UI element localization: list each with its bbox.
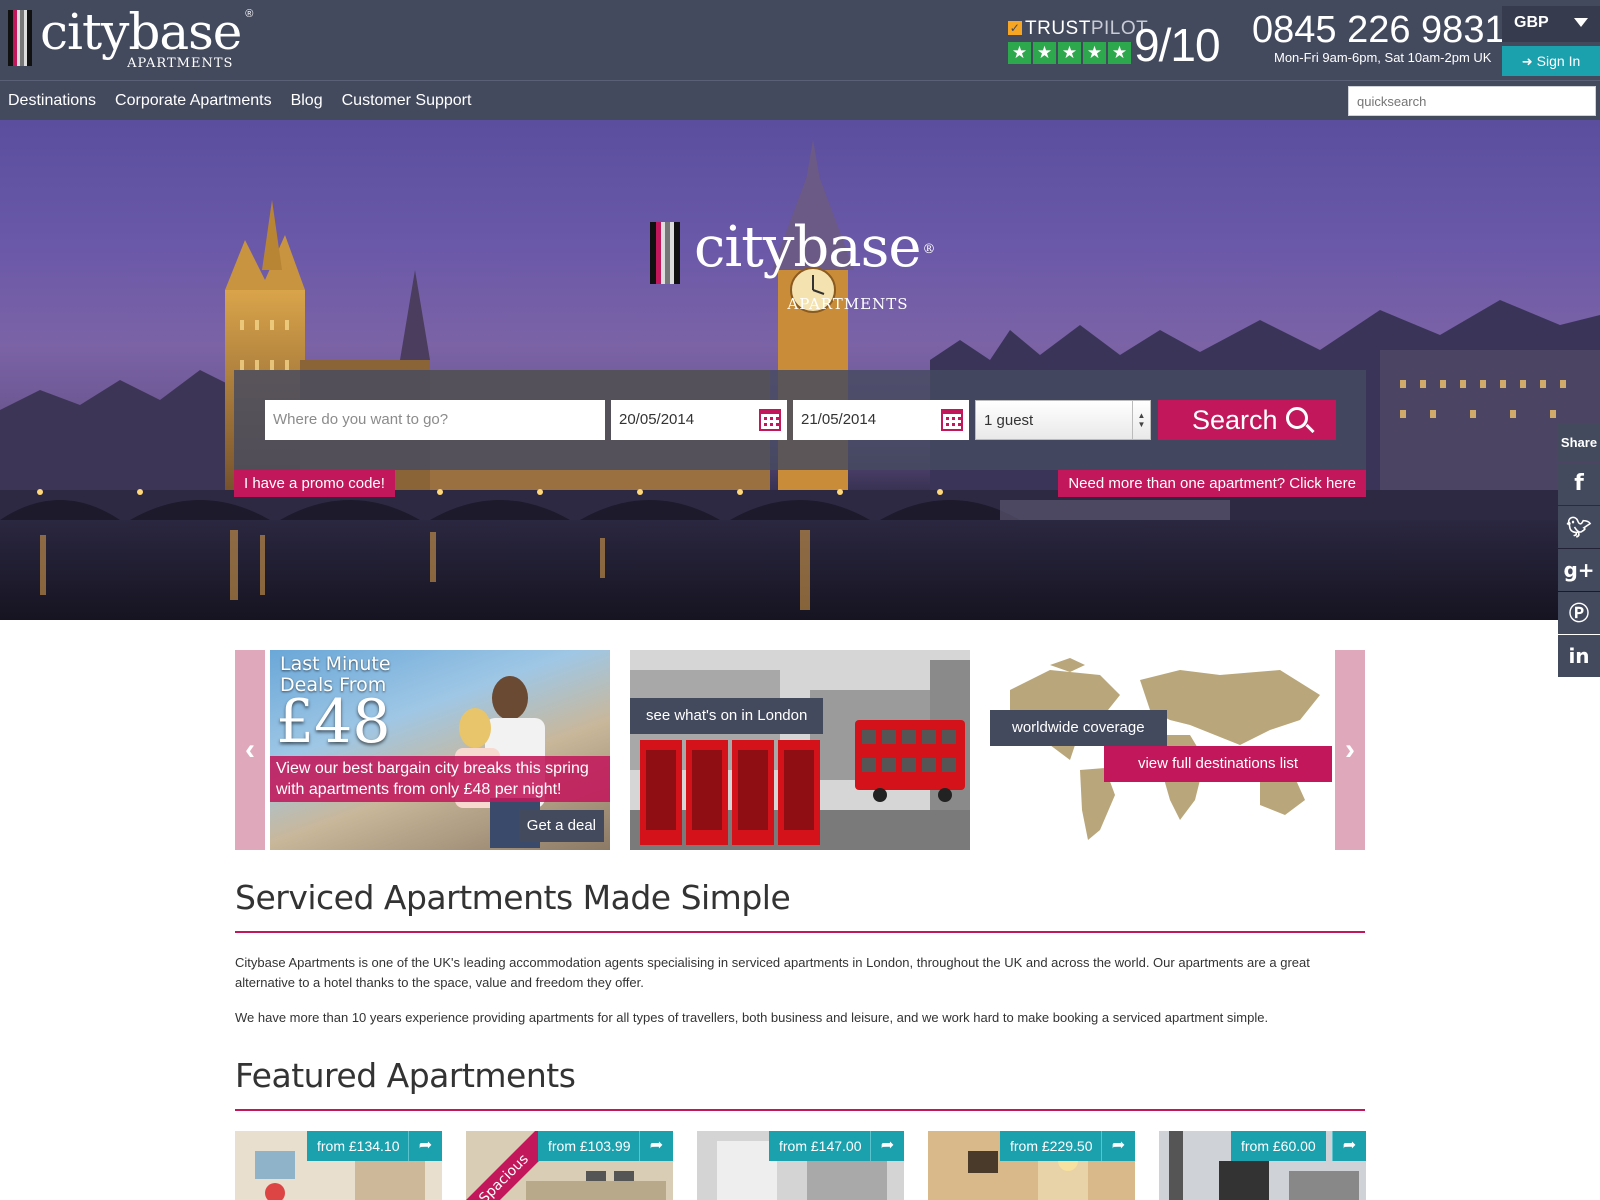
apartment-price: from £147.00 (769, 1131, 872, 1161)
destination-input[interactable]: Where do you want to go? (265, 400, 605, 440)
guests-value: 1 guest (984, 412, 1034, 429)
sign-in-button[interactable]: ➜ Sign In (1502, 46, 1600, 76)
twitter-icon[interactable]: 🐦︎ (1558, 506, 1600, 548)
deal-price: £48 (276, 687, 391, 757)
checkin-date-input[interactable]: 20/05/2014 (611, 400, 787, 440)
london-phone-boxes-image (630, 650, 970, 850)
trustpilot-check-icon: ✓ (1008, 21, 1022, 35)
featured-divider (235, 1109, 1365, 1111)
linkedin-icon[interactable]: in (1558, 635, 1600, 677)
featured-apartment-card[interactable]: Spacious from £103.99 ➦ (466, 1131, 673, 1200)
intro-divider (235, 931, 1365, 933)
facebook-icon[interactable]: f (1558, 463, 1600, 505)
site-logo[interactable]: citybase APARTMENTS ® (8, 3, 253, 71)
star-icon: ★ (1008, 42, 1031, 64)
checkout-date-value: 21/05/2014 (801, 411, 877, 428)
calendar-icon[interactable] (759, 409, 781, 431)
hero-logo: citybase APARTMENTS ® (650, 220, 936, 313)
intro-paragraph-2: We have more than 10 years experience pr… (235, 1010, 1269, 1025)
star-icon: ★ (1083, 42, 1106, 64)
carousel-prev-button[interactable]: ‹ (235, 650, 265, 850)
worldwide-coverage-promo[interactable]: worldwide coverage view full destination… (990, 650, 1332, 850)
hero-logo-subtitle: APARTMENTS (787, 295, 909, 313)
star-icon: ★ (1033, 42, 1056, 64)
logo-wordmark: citybase (40, 3, 242, 61)
currency-value: GBP (1514, 14, 1549, 31)
share-icon[interactable]: ➦ (1101, 1131, 1135, 1161)
share-icon[interactable]: ➦ (408, 1131, 442, 1161)
london-events-tag: see what's on in London (630, 698, 824, 734)
featured-apartment-card[interactable]: from £147.00 ➦ (697, 1131, 904, 1200)
get-a-deal-button[interactable]: Get a deal (518, 810, 604, 842)
google-plus-icon[interactable]: g+ (1558, 549, 1600, 591)
checkin-date-value: 20/05/2014 (619, 411, 695, 428)
intro-title: Serviced Apartments Made Simple (235, 878, 791, 917)
apartment-price: from £60.00 (1231, 1131, 1326, 1161)
sign-in-icon: ➜ (1521, 54, 1533, 69)
share-label: Share (1558, 424, 1600, 462)
apartment-price: from £229.50 (1000, 1131, 1103, 1161)
hero-logo-mark (650, 222, 680, 284)
chevron-down-icon (1574, 18, 1588, 27)
promo-code-link[interactable]: I have a promo code! (234, 470, 395, 497)
logo-subtitle: APARTMENTS (127, 56, 234, 71)
search-form: Where do you want to go? 20/05/2014 21/0… (234, 370, 1366, 470)
featured-title: Featured Apartments (235, 1056, 576, 1095)
nav-item-destinations[interactable]: Destinations (8, 81, 96, 121)
hero-logo-registered: ® (922, 242, 936, 257)
share-icon[interactable]: ➦ (639, 1131, 673, 1161)
search-icon (1286, 407, 1308, 429)
featured-apartment-card[interactable]: from £134.10 ➦ (235, 1131, 442, 1200)
apartment-price: from £103.99 (538, 1131, 641, 1161)
featured-apartment-card[interactable]: from £229.50 ➦ (928, 1131, 1135, 1200)
trustpilot-score: 9/10 (1134, 19, 1221, 71)
intro-paragraph-1: Citybase Apartments is one of the UK's l… (235, 955, 1310, 990)
london-events-promo[interactable]: see what's on in London (630, 650, 970, 850)
nav-item-corporate-apartments[interactable]: Corporate Apartments (115, 81, 272, 121)
phone-number[interactable]: 0845 226 9831 (1252, 10, 1506, 50)
select-spinner-icon: ▲ ▼ (1132, 401, 1150, 439)
pinterest-icon[interactable]: Ⓟ (1558, 592, 1600, 634)
checkout-date-input[interactable]: 21/05/2014 (793, 400, 969, 440)
quicksearch-input[interactable] (1348, 86, 1596, 116)
trustpilot-rating[interactable]: ✓ TRUSTPILOT ★ ★ ★ ★ ★ 9/10 (1008, 18, 1221, 71)
multiple-apartments-link[interactable]: Need more than one apartment? Click here (1058, 470, 1366, 497)
trustpilot-label: ✓ TRUSTPILOT (1008, 18, 1149, 39)
sign-in-label: Sign In (1536, 53, 1581, 69)
header-bar: citybase APARTMENTS ® ✓ TRUSTPILOT ★ ★ ★ … (0, 0, 1600, 80)
search-button[interactable]: Search (1158, 400, 1336, 440)
share-icon[interactable]: ➦ (870, 1131, 904, 1161)
apartment-price: from £134.10 (307, 1131, 410, 1161)
logo-registered: ® (245, 8, 254, 20)
deal-description: View our best bargain city breaks this s… (270, 756, 610, 802)
hero-banner: citybase APARTMENTS ® Where do you want … (0, 120, 1600, 620)
carousel-next-button[interactable]: › (1335, 650, 1365, 850)
hero-logo-wordmark: citybase (694, 215, 922, 280)
opening-hours: Mon-Fri 9am-6pm, Sat 10am-2pm UK (1274, 50, 1492, 65)
star-icon: ★ (1108, 42, 1131, 64)
main-nav: Destinations Corporate Apartments Blog C… (0, 80, 1600, 120)
search-button-label: Search (1192, 405, 1278, 435)
last-minute-deals-promo[interactable]: Last Minute Deals From £48 View our best… (270, 650, 610, 850)
nav-item-blog[interactable]: Blog (291, 81, 323, 121)
logo-mark (8, 10, 32, 66)
currency-select[interactable]: GBP (1502, 6, 1600, 42)
star-icon: ★ (1058, 42, 1081, 64)
share-icon[interactable]: ➦ (1332, 1131, 1366, 1161)
view-destinations-link[interactable]: view full destinations list (1104, 746, 1332, 782)
calendar-icon[interactable] (941, 409, 963, 431)
guests-select[interactable]: 1 guest ▲ ▼ (975, 400, 1151, 440)
share-sidebar: Share f 🐦︎ g+ Ⓟ in (1558, 424, 1600, 677)
featured-apartment-card[interactable]: from £60.00 ➦ (1159, 1131, 1366, 1200)
trustpilot-stars: ★ ★ ★ ★ ★ (1008, 42, 1131, 64)
worldwide-coverage-tag: worldwide coverage (990, 710, 1167, 746)
nav-item-customer-support[interactable]: Customer Support (342, 81, 472, 121)
